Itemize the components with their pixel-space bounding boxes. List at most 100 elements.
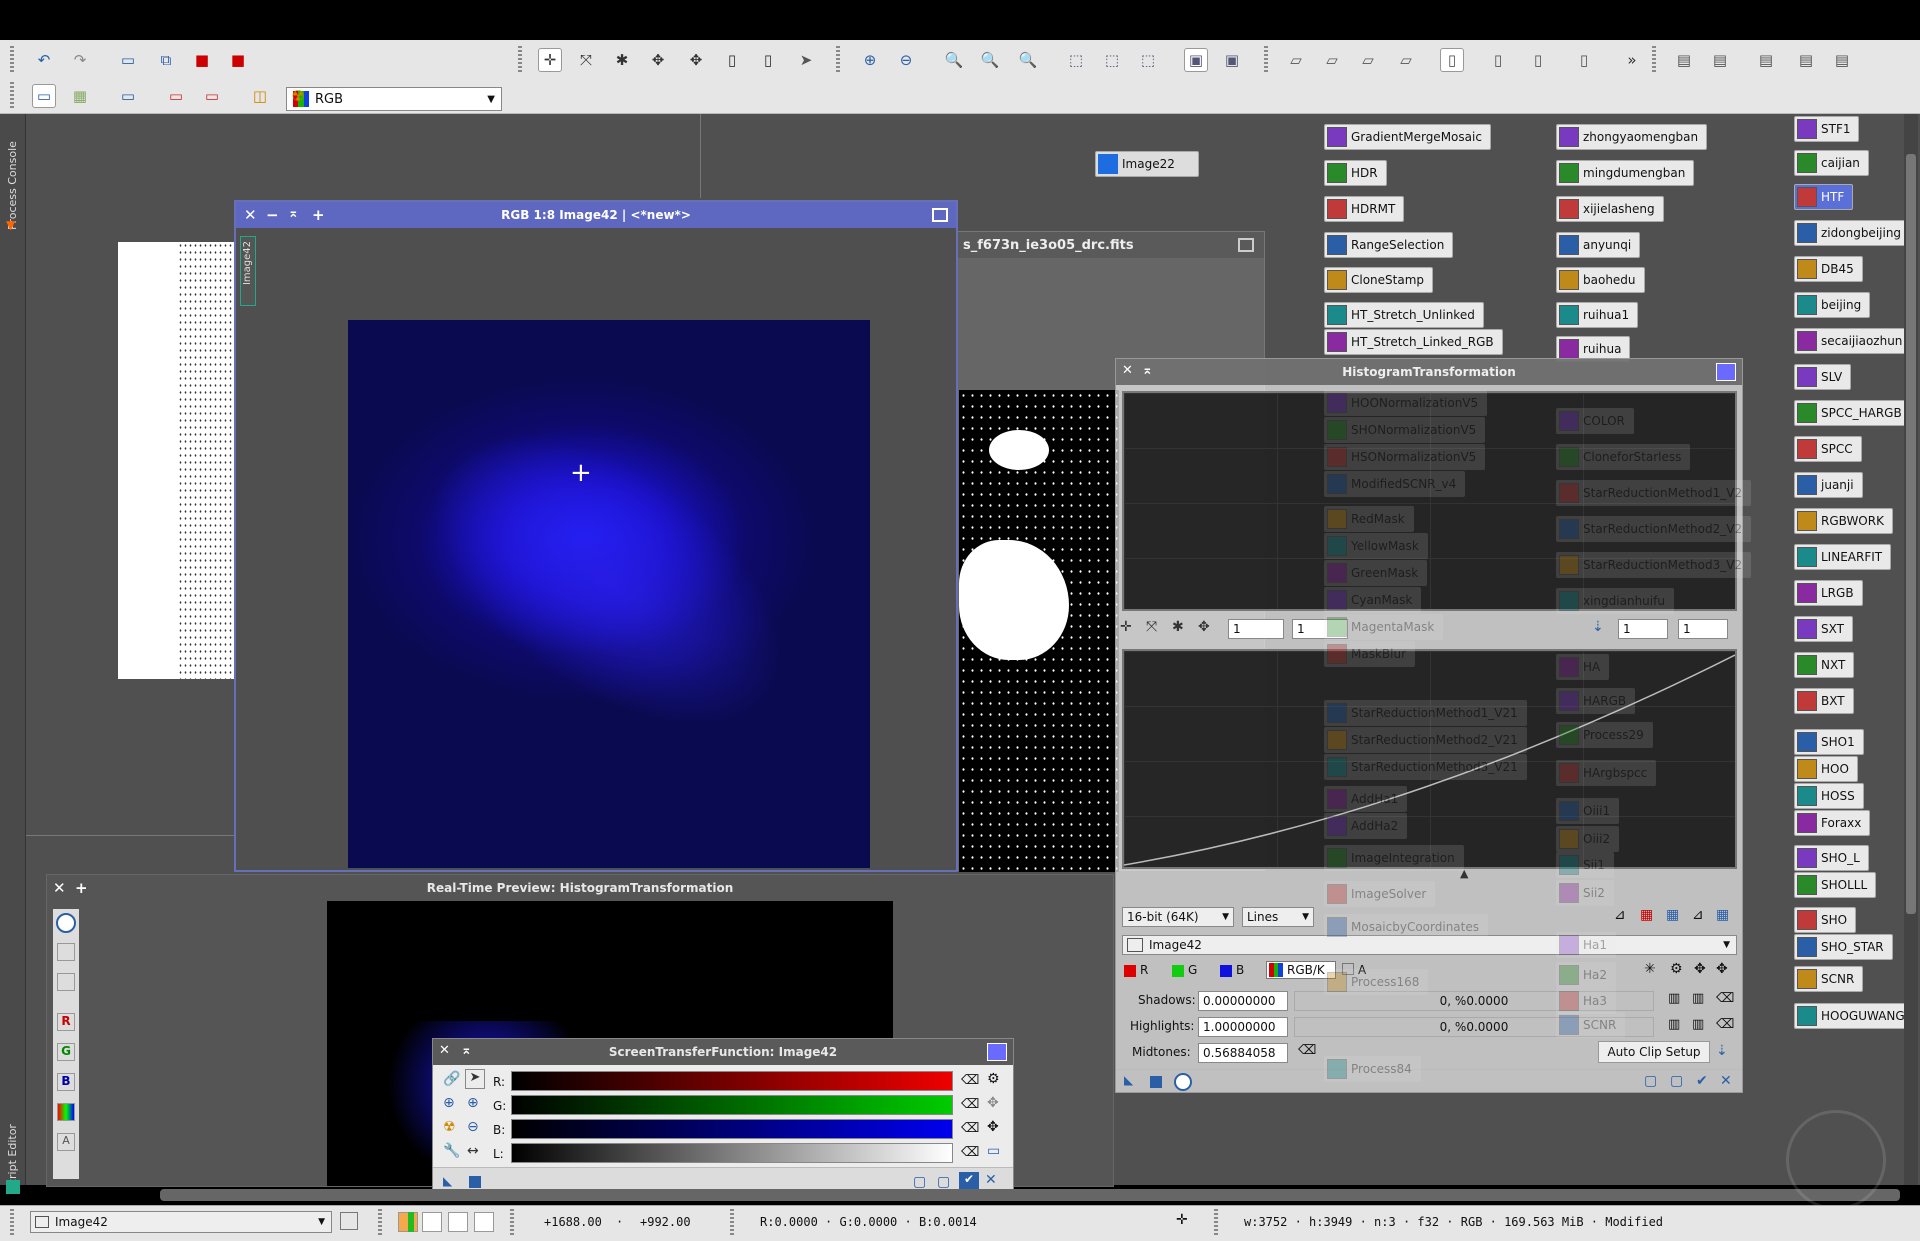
- tile-windows-icon[interactable]: ⬚: [1100, 48, 1124, 72]
- workspace-icon[interactable]: ▭: [32, 84, 56, 108]
- red-channel-icon[interactable]: R: [57, 1013, 75, 1031]
- close-icon[interactable]: ✕: [1122, 363, 1133, 378]
- browse-icon[interactable]: ▢: [937, 1174, 950, 1190]
- process-icon-db45[interactable]: DB45: [1794, 256, 1863, 282]
- zoom-out-icon[interactable]: ⊖: [894, 48, 918, 72]
- down-arrow-icon[interactable]: ⇣: [1592, 619, 1604, 635]
- reset-g-icon[interactable]: ⌫: [961, 1097, 979, 1112]
- process-icon-addha2[interactable]: AddHa2: [1324, 813, 1408, 839]
- process-icon-imageintegration[interactable]: ImageIntegration: [1324, 845, 1464, 871]
- star-icon[interactable]: ◫: [248, 84, 272, 108]
- shade-icon[interactable]: ⌅: [461, 1043, 472, 1058]
- rgb-channel-icon[interactable]: [57, 1103, 75, 1121]
- duplicate-icon[interactable]: ⧉: [154, 48, 178, 72]
- process-icon[interactable]: ▯: [1486, 48, 1510, 72]
- process-icon-sxt[interactable]: SXT: [1794, 616, 1853, 642]
- process-icon-hdr[interactable]: HDR: [1324, 160, 1387, 186]
- histogram-log-icon[interactable]: ⊿: [1614, 907, 1626, 923]
- horizontal-arrows-icon[interactable]: ↔: [467, 1143, 479, 1159]
- move-icon[interactable]: ✥: [1716, 961, 1728, 977]
- scrollbar-thumb[interactable]: [1906, 154, 1916, 914]
- new-instance-icon[interactable]: ▢: [1644, 1073, 1657, 1089]
- link-icon[interactable]: 🔗: [443, 1071, 460, 1087]
- process-icon-scnr[interactable]: SCNR: [1556, 1012, 1626, 1038]
- status-view-select[interactable]: Image42 ▼: [30, 1211, 332, 1233]
- process-icon-hargbspcc[interactable]: HArgbspcc: [1556, 760, 1657, 786]
- process-icon-sho-l[interactable]: SHO_L: [1794, 845, 1869, 871]
- pin-icon[interactable]: +: [75, 879, 88, 897]
- real-time-preview-icon[interactable]: [1174, 1073, 1192, 1091]
- process-icon-ha3[interactable]: Ha3: [1556, 988, 1617, 1014]
- new-instance-icon[interactable]: ▢: [913, 1174, 926, 1190]
- graph-style-select[interactable]: Lines ▼: [1242, 907, 1314, 927]
- shadows-input[interactable]: 0.00000000: [1198, 991, 1288, 1011]
- cascade-icon[interactable]: ⬚: [1136, 48, 1160, 72]
- image22-icon[interactable]: Image22: [1095, 151, 1199, 177]
- minimize-icon[interactable]: −: [266, 206, 279, 224]
- process-icon-bxt[interactable]: BXT: [1794, 688, 1854, 714]
- process-icon-starreductionmethod2-v21[interactable]: StarReductionMethod2_V21: [1324, 727, 1527, 753]
- stf-l-slider[interactable]: [511, 1143, 953, 1163]
- reset-highlights-icon[interactable]: ⌫: [1716, 1017, 1734, 1032]
- process-icon-hoo[interactable]: HOO: [1794, 756, 1858, 782]
- reset-l-icon[interactable]: ⌫: [961, 1145, 979, 1160]
- zoom-optimal-icon[interactable]: 🔍: [1016, 48, 1040, 72]
- maximize-icon[interactable]: [1238, 238, 1254, 252]
- process-icon-modifiedscnr-v4[interactable]: ModifiedSCNR_v4: [1324, 471, 1466, 497]
- stf-g-slider[interactable]: [511, 1095, 953, 1115]
- reset-icon[interactable]: ✕: [985, 1172, 997, 1188]
- process-icon-sho1[interactable]: SHO1: [1794, 729, 1864, 755]
- close-all-icon[interactable]: ▭: [200, 84, 224, 108]
- mask-icon[interactable]: ▱: [1284, 48, 1308, 72]
- pointer-icon[interactable]: ➤: [794, 48, 818, 72]
- close-icon[interactable]: ✕: [53, 879, 66, 897]
- mask-remove-icon[interactable]: ▱: [1394, 48, 1418, 72]
- stf-b-slider[interactable]: [511, 1119, 953, 1139]
- process-icon-caijian[interactable]: caijian: [1794, 150, 1869, 176]
- close-icon[interactable]: ✕: [439, 1043, 450, 1058]
- maximize-icon[interactable]: [932, 208, 948, 222]
- reset-icon[interactable]: ✕: [1720, 1073, 1732, 1089]
- process-icon-oiii1[interactable]: Oiii1: [1556, 798, 1620, 824]
- process-icon-scnr[interactable]: SCNR: [1794, 966, 1864, 992]
- square-icon[interactable]: [1150, 1076, 1162, 1088]
- pan-icon[interactable]: ✥: [646, 48, 670, 72]
- vertical-scrollbar[interactable]: [1904, 114, 1918, 1185]
- square-icon[interactable]: [469, 1176, 481, 1188]
- process-icon-rangeselection[interactable]: RangeSelection: [1324, 232, 1454, 258]
- nebula-image[interactable]: +: [348, 320, 870, 868]
- process-icon-xijielasheng[interactable]: xijielasheng: [1556, 196, 1664, 222]
- process-icon-greenmask[interactable]: GreenMask: [1324, 560, 1428, 586]
- histogram-icon[interactable]: ▥: [1692, 1017, 1704, 1032]
- triangle-icon[interactable]: ◣: [443, 1174, 452, 1188]
- stf-r-slider[interactable]: [511, 1071, 953, 1091]
- stf-window[interactable]: ScreenTransferFunction: Image42 ✕ ⌅ 🔗 ➤ …: [432, 1038, 1014, 1197]
- process2-icon[interactable]: ▯: [1526, 48, 1550, 72]
- process-icon-sii2[interactable]: Sii2: [1556, 880, 1614, 906]
- histogram-icon[interactable]: ▥: [1692, 991, 1704, 1006]
- histogram-icon[interactable]: ▥: [1668, 991, 1680, 1006]
- highlights-input[interactable]: 1.00000000: [1198, 1017, 1288, 1037]
- process-icon-anyunqi[interactable]: anyunqi: [1556, 232, 1641, 258]
- process-icon-lrgb[interactable]: LRGB: [1794, 580, 1863, 606]
- process-icon-spcc[interactable]: SPCC: [1794, 436, 1862, 462]
- pan-icon[interactable]: ✥: [1198, 619, 1210, 635]
- process-icon-ruihua1[interactable]: ruihua1: [1556, 302, 1639, 328]
- process3-icon[interactable]: ▯: [1572, 48, 1596, 72]
- midtones-input[interactable]: 0.56884058: [1198, 1043, 1288, 1063]
- zoom-h-spinner[interactable]: 1: [1228, 619, 1284, 639]
- more-icon[interactable]: »: [1620, 48, 1644, 72]
- browse-icon[interactable]: ▢: [1670, 1073, 1683, 1089]
- new-window-icon[interactable]: ▭: [116, 48, 140, 72]
- process-icon-hdrmt[interactable]: HDRMT: [1324, 196, 1405, 222]
- process-icon-sho-star[interactable]: SHO_STAR: [1794, 934, 1893, 960]
- process-icon-clonestamp[interactable]: CloneStamp: [1324, 267, 1434, 293]
- process-icon-secaijiaozhun[interactable]: secaijiaozhun: [1794, 328, 1912, 354]
- histogram-icon[interactable]: ▥: [1668, 1017, 1680, 1032]
- zoom-in-icon[interactable]: ⊕: [858, 48, 882, 72]
- process-icon-hoonormalizationv5[interactable]: HOONormalizationV5: [1324, 390, 1488, 416]
- edit-preview-icon[interactable]: ▯: [756, 48, 780, 72]
- apply-icon[interactable]: ✔: [1696, 1073, 1708, 1089]
- process-console-tab[interactable]: Process Console: [6, 120, 19, 230]
- window-a-icon[interactable]: ▤: [1754, 48, 1778, 72]
